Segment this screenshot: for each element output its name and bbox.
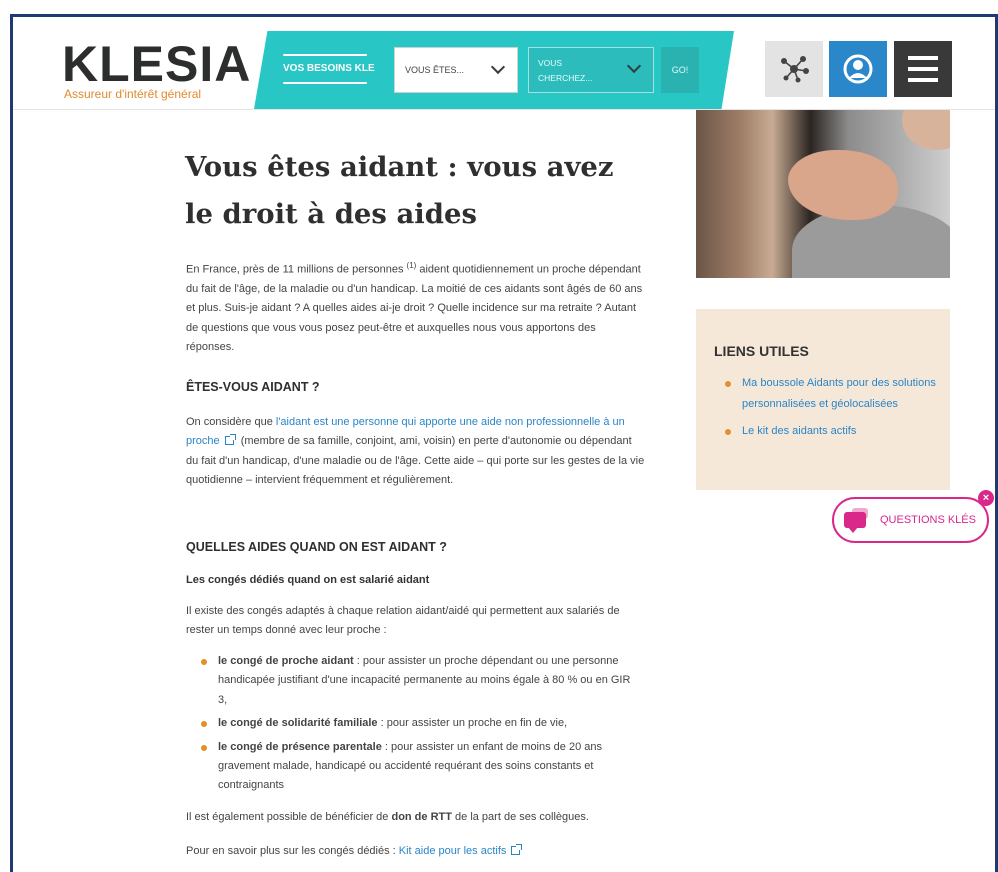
hamburger-menu-icon: [908, 56, 938, 82]
rtt-paragraph: Il est également possible de bénéficier …: [186, 808, 646, 827]
photo-hand: [788, 150, 898, 220]
list-item-title: le congé de solidarité familiale: [218, 717, 378, 730]
what-are-you-looking-for-value: VOUS CHERCHEZ...: [538, 58, 593, 83]
chevron-down-icon: [626, 58, 642, 74]
useful-links-title: LIENS UTILES: [714, 343, 809, 359]
external-link-icon: [511, 844, 523, 855]
more-info-text: Pour en savoir plus sur les congés dédié…: [186, 845, 399, 857]
conges-intro-paragraph: Il existe des congés adaptés à chaque re…: [186, 605, 620, 637]
brand-logo[interactable]: KLESIA Assureur d'intérêt général: [62, 36, 252, 102]
brand-tagline: Assureur d'intérêt général: [64, 87, 202, 101]
list-item: Ma boussole Aidants pour des solutions p…: [724, 373, 939, 415]
photo-face: [902, 110, 950, 150]
section-heading-aidant: ÊTES-VOUS AIDANT ?: [186, 380, 320, 394]
questions-kles-label: QUESTIONS KLÉS: [880, 514, 976, 526]
kit-aidants-actifs-link[interactable]: Le kit des aidants actifs: [742, 425, 856, 437]
useful-links-list: Ma boussole Aidants pour des solutions p…: [724, 373, 939, 448]
list-item-title: le congé de proche aidant: [218, 655, 354, 667]
chevron-down-icon: [490, 59, 506, 75]
close-icon[interactable]: ×: [978, 490, 994, 506]
network-icon: [781, 56, 809, 83]
list-item-title: le congé de présence parentale: [218, 740, 382, 753]
conges-list: le congé de proche aidant : pour assiste…: [200, 652, 640, 800]
rtt-text: Il est également possible de bénéficier …: [186, 811, 392, 823]
band-decoration-line: [283, 82, 367, 84]
list-item: le congé de proche aidant : pour assiste…: [200, 652, 640, 710]
needs-band-label: VOS BESOINS KLE: [283, 63, 375, 74]
page-title: Vous êtes aidant : vous avez le droit à …: [185, 151, 614, 230]
boussole-aidants-link[interactable]: Ma boussole Aidants pour des solutions p…: [742, 377, 936, 410]
rtt-text-cont: de la part de ses collègues.: [451, 811, 589, 823]
list-item-text: : pour assister un proche en fin de vie,: [377, 717, 568, 730]
list-item: Le kit des aidants actifs: [724, 421, 939, 442]
go-button[interactable]: GO!: [661, 47, 699, 93]
definition-text-cont: (membre de sa famille, conjoint, ami, vo…: [186, 435, 645, 487]
frame-top-border: [10, 14, 998, 17]
intro-text-cont: aident quotidiennement un proche dépenda…: [186, 263, 643, 354]
intro-paragraph: En France, près de 11 millions de person…: [186, 256, 646, 358]
chat-bubble-icon: [844, 512, 866, 533]
user-icon: [843, 54, 873, 84]
what-are-you-looking-for-select[interactable]: VOUS CHERCHEZ...: [528, 47, 654, 93]
rtt-bold: don de RTT: [391, 811, 452, 823]
brand-name: KLESIA: [62, 36, 252, 92]
menu-button[interactable]: [894, 41, 952, 97]
section-heading-aides: QUELLES AIDES QUAND ON EST AIDANT ?: [186, 540, 447, 554]
subheading-conges: Les congés dédiés quand on est salarié a…: [186, 574, 430, 586]
frame-left-border: [10, 14, 13, 872]
intro-text: En France, près de 11 millions de person…: [186, 263, 407, 276]
footnote-ref[interactable]: (1): [407, 261, 417, 270]
useful-links-panel: LIENS UTILES Ma boussole Aidants pour de…: [696, 309, 950, 490]
list-item: le congé de présence parentale : pour as…: [200, 738, 640, 796]
more-info-paragraph: Pour en savoir plus sur les congés dédié…: [186, 842, 646, 861]
questions-kles-button[interactable]: QUESTIONS KLÉS: [832, 497, 989, 543]
network-button[interactable]: [765, 41, 823, 97]
hero-photo: [696, 110, 950, 278]
external-link-icon: [224, 434, 236, 446]
kit-actifs-link-label: Kit aide pour les actifs: [398, 845, 507, 857]
kit-actifs-link[interactable]: Kit aide pour les actifs: [398, 844, 525, 857]
who-are-you-value: VOUS ÊTES...: [405, 65, 465, 75]
definition-text: On considère que: [186, 416, 276, 428]
who-are-you-select[interactable]: VOUS ÊTES...: [394, 47, 518, 93]
list-item: le congé de solidarité familiale : pour …: [200, 714, 640, 733]
aidant-definition-paragraph: On considère que l'aidant est une person…: [186, 413, 646, 491]
band-decoration-line: [283, 54, 367, 56]
account-button[interactable]: [829, 41, 887, 97]
